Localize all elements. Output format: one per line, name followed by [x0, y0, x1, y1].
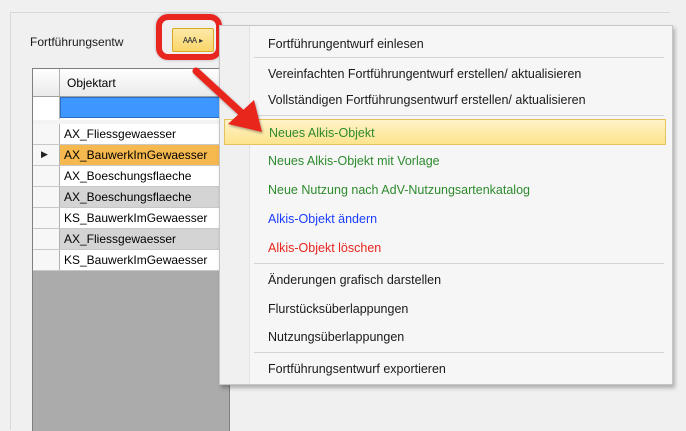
menu-item[interactable]: Neues Alkis-Objekt [224, 119, 666, 145]
grid-body: AX_Fliessgewaesser ▶ AX_BauwerkImGewaesser… [33, 120, 229, 431]
objektart-cell[interactable]: AX_Fliessgewaesser [60, 229, 229, 249]
grid-filter-row [33, 97, 229, 119]
menu-icon-gutter [220, 26, 250, 384]
menu-item[interactable]: Neues Alkis-Objekt mit Vorlage [250, 148, 668, 174]
menu-item[interactable]: Alkis-Objekt ändern [250, 206, 668, 232]
menu-item[interactable]: Vollständigen Fortführungsentwurf erstel… [250, 87, 668, 113]
groupbox-border-top [10, 12, 670, 13]
menu-item[interactable]: Vereinfachten Fortführungentwurf erstell… [250, 61, 668, 87]
grid-corner-cell [33, 69, 60, 96]
annotation-highlight-box [156, 14, 222, 60]
filter-cell[interactable] [60, 97, 229, 118]
menu-item[interactable]: Neue Nutzung nach AdV-Nutzungsartenkatal… [250, 177, 668, 203]
row-header[interactable] [33, 208, 60, 228]
row-header[interactable] [33, 166, 60, 186]
menu-item[interactable]: Flurstücksüberlappungen [250, 296, 668, 322]
objektart-cell[interactable]: AX_Boeschungsflaeche [60, 166, 229, 186]
context-menu: Fortführungentwurf einlesen Vereinfachten… [219, 25, 673, 385]
menu-item[interactable]: Änderungen grafisch darstellen [250, 267, 668, 293]
app-window: Fortführungsentw ᴀᴀᴀ ▸ Objektart AX_Flie… [0, 0, 686, 431]
table-row[interactable]: AX_Boeschungsflaeche [33, 187, 229, 208]
menu-separator [254, 115, 664, 116]
column-header-objektart[interactable]: Objektart [67, 76, 116, 90]
menu-separator [254, 263, 664, 264]
table-row[interactable]: KS_BauwerkImGewaesser [33, 250, 229, 271]
table-row[interactable]: AX_Fliessgewaesser [33, 124, 229, 145]
table-row[interactable]: KS_BauwerkImGewaesser [33, 208, 229, 229]
menu-separator [254, 57, 664, 58]
row-header[interactable] [33, 124, 60, 144]
objektart-cell[interactable]: AX_BauwerkImGewaesser [60, 145, 229, 165]
row-header[interactable]: ▶ [33, 145, 60, 165]
row-header[interactable] [33, 229, 60, 249]
objektart-cell[interactable]: KS_BauwerkImGewaesser [60, 250, 229, 270]
menu-item[interactable]: Alkis-Objekt löschen [250, 235, 668, 261]
fortfuehrung-label: Fortführungsentw [30, 35, 124, 49]
objektart-cell[interactable]: AX_Boeschungsflaeche [60, 187, 229, 207]
table-row[interactable]: ▶ AX_BauwerkImGewaesser [33, 145, 229, 166]
grid-header: Objektart [33, 69, 229, 97]
table-row[interactable]: AX_Boeschungsflaeche [33, 166, 229, 187]
menu-separator [254, 352, 664, 353]
row-header[interactable] [33, 250, 60, 270]
menu-item[interactable]: Nutzungsüberlappungen [250, 324, 668, 350]
filter-row-header [33, 97, 60, 119]
menu-item[interactable]: Fortführungentwurf einlesen [250, 31, 668, 57]
objektart-cell[interactable]: KS_BauwerkImGewaesser [60, 208, 229, 228]
objektart-grid[interactable]: Objektart AX_Fliessgewaesser ▶ AX_BauwerkI… [32, 68, 230, 431]
row-header[interactable] [33, 187, 60, 207]
objektart-cell[interactable]: AX_Fliessgewaesser [60, 124, 229, 144]
groupbox-border-left [10, 12, 11, 430]
table-row[interactable]: AX_Fliessgewaesser [33, 229, 229, 250]
row-pointer-icon: ▶ [41, 149, 48, 159]
menu-item[interactable]: Fortführungsentwurf exportieren [250, 356, 668, 382]
